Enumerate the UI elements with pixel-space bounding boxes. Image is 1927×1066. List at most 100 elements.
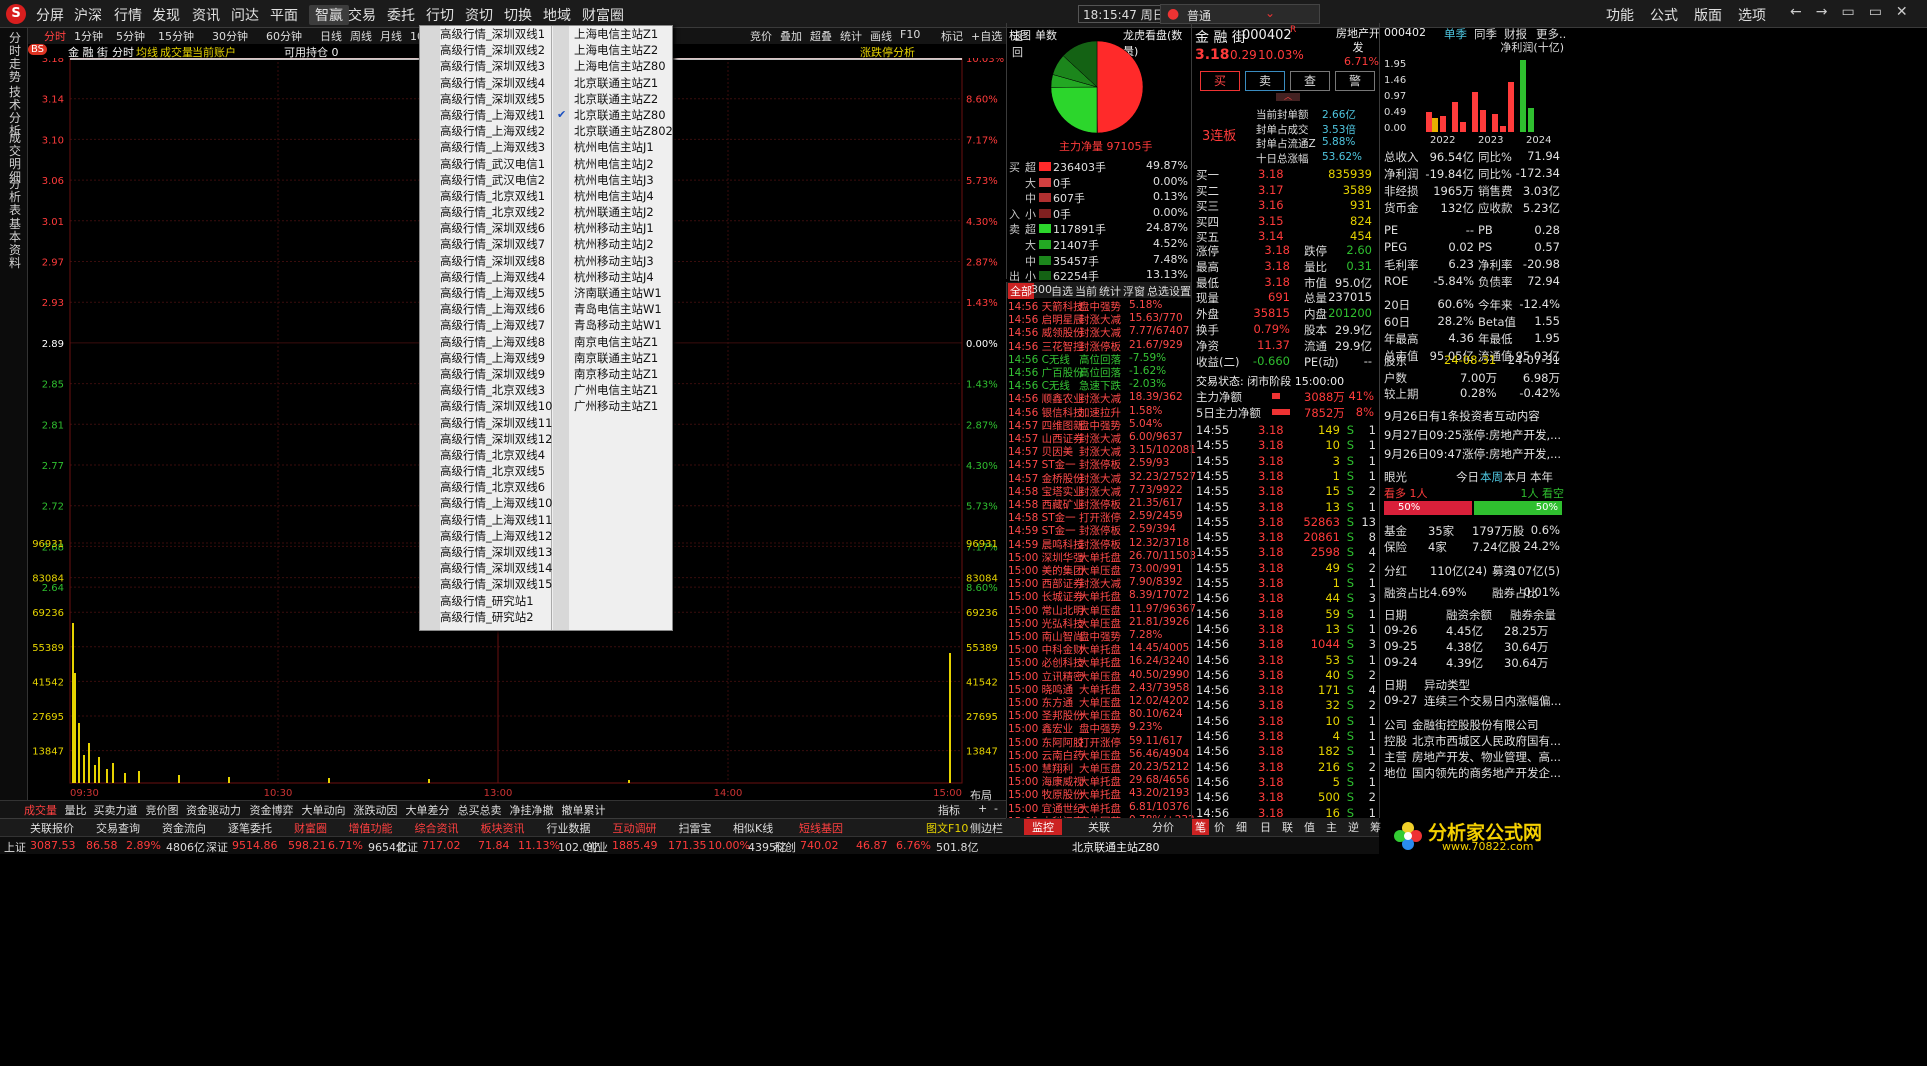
- function-button[interactable]: 扫雷宝: [679, 820, 712, 836]
- server-option[interactable]: 高级行情_武汉电信1: [420, 156, 552, 172]
- server-option[interactable]: 广州移动主站Z1: [554, 398, 674, 414]
- trade-action-button[interactable]: 警: [1335, 71, 1375, 91]
- vision-tab[interactable]: 本周: [1480, 469, 1503, 485]
- server-option[interactable]: 南京移动主站Z1: [554, 366, 674, 382]
- news-row[interactable]: 15:00 海康威视 大单托盘 29.68/4656: [1007, 774, 1192, 788]
- server-option[interactable]: 高级行情_深圳双线2: [420, 42, 552, 58]
- fin-news-item[interactable]: 9月26日09:47涨停:房地产开发,...: [1384, 446, 1561, 462]
- vtab[interactable]: 基本资料: [8, 218, 22, 270]
- panel-tab[interactable]: 逆: [1348, 819, 1359, 835]
- menu-item[interactable]: 平面: [270, 5, 298, 25]
- news-tab[interactable]: 总选: [1147, 283, 1169, 299]
- server-option[interactable]: 青岛电信主站W1: [554, 301, 674, 317]
- server-option[interactable]: 广州电信主站Z1: [554, 382, 674, 398]
- bs-badge[interactable]: BS: [28, 44, 48, 55]
- function-button[interactable]: 逐笔委托: [228, 820, 272, 836]
- server-option[interactable]: 高级行情_北京双线4: [420, 447, 552, 463]
- period-tab[interactable]: 60分钟: [266, 28, 302, 44]
- panel-tab[interactable]: 分价: [1152, 819, 1174, 835]
- server-option[interactable]: 杭州电信主站J2: [554, 156, 674, 172]
- server-option[interactable]: 上海电信主站Z1: [554, 26, 674, 42]
- trade-action-button[interactable]: 卖: [1245, 71, 1285, 91]
- news-row[interactable]: 15:00 牧原股份 大单托盘 43.20/2193: [1007, 787, 1192, 801]
- server-option[interactable]: 高级行情_深圳双线15: [420, 576, 552, 592]
- panel-tab[interactable]: 筹: [1370, 819, 1381, 835]
- function-button[interactable]: 关联报价: [30, 820, 74, 836]
- server-option[interactable]: 高级行情_上海双线1: [420, 107, 552, 123]
- news-row[interactable]: 15:00 光弘科技 大单压盘 21.81/3926: [1007, 616, 1192, 630]
- indicator-tab[interactable]: 净挂净撤: [510, 802, 554, 818]
- period-tab[interactable]: 月线: [380, 28, 402, 44]
- server-option[interactable]: 北京联通主站Z1: [554, 75, 674, 91]
- indicator-tab[interactable]: 资金驱动力: [186, 802, 241, 818]
- function-right-button[interactable]: 侧边栏: [970, 820, 1003, 836]
- panel-tab[interactable]: 联: [1282, 819, 1293, 835]
- chart-tool[interactable]: 竞价: [750, 28, 772, 44]
- indicator-tool[interactable]: -: [994, 802, 998, 815]
- panel-tab[interactable]: 关联: [1088, 819, 1110, 835]
- news-row[interactable]: 15:00 立讯精密 大单压盘 40.50/2990: [1007, 669, 1192, 683]
- news-row[interactable]: 15:00 东阿阿胶 打开涨停 59.11/617: [1007, 735, 1192, 749]
- news-row[interactable]: 14:56 C无线 高位回落 -7.59%: [1007, 352, 1192, 366]
- menu-item[interactable]: 切换: [504, 5, 532, 25]
- indicator-tab[interactable]: 买卖力道: [94, 802, 138, 818]
- news-row[interactable]: 15:00 云南白药 大单压盘 56.46/4904: [1007, 748, 1192, 762]
- menu-item[interactable]: 行切: [426, 5, 454, 25]
- server-option[interactable]: 高级行情_深圳双线12: [420, 431, 552, 447]
- menu-item[interactable]: 委托: [387, 5, 415, 25]
- news-row[interactable]: 15:00 中科金财 大单托盘 14.45/4005: [1007, 642, 1192, 656]
- server-option[interactable]: 高级行情_上海双线8: [420, 334, 552, 350]
- indicator-tab[interactable]: 总买总卖: [458, 802, 502, 818]
- menu-item[interactable]: 问达: [231, 5, 259, 25]
- function-button[interactable]: 行业数据: [547, 820, 591, 836]
- tab-bar-chart[interactable]: 柱图: [1009, 27, 1031, 43]
- trade-action-button[interactable]: 查: [1290, 71, 1330, 91]
- panel-tab[interactable]: 价: [1214, 819, 1225, 835]
- news-row[interactable]: 14:56 广百股份 高位回落 -1.62%: [1007, 365, 1192, 379]
- menu-item[interactable]: 分屏: [36, 5, 64, 25]
- server-option[interactable]: ✔ 北京联通主站Z80: [554, 107, 674, 123]
- period-tab[interactable]: 日线: [320, 28, 342, 44]
- indicator-tab[interactable]: 资金博弈: [250, 802, 294, 818]
- chart-tool[interactable]: 叠加: [780, 28, 802, 44]
- menu-right-item[interactable]: 功能: [1606, 5, 1634, 25]
- news-tab[interactable]: 统计: [1099, 283, 1121, 299]
- app-logo[interactable]: S: [6, 4, 26, 24]
- function-button[interactable]: 短线基因: [799, 820, 843, 836]
- panel-tab[interactable]: 笔: [1192, 819, 1209, 835]
- function-button[interactable]: 互动调研: [613, 820, 657, 836]
- server-option[interactable]: 高级行情_深圳双线8: [420, 253, 552, 269]
- period-tab[interactable]: 30分钟: [212, 28, 248, 44]
- function-button[interactable]: 财富圈: [294, 820, 327, 836]
- server-option[interactable]: 高级行情_上海双线7: [420, 317, 552, 333]
- vision-tab[interactable]: 今日: [1456, 469, 1479, 485]
- news-row[interactable]: 14:58 西藏矿业 封涨停板 21.35/617: [1007, 497, 1192, 511]
- server-option[interactable]: 高级行情_上海双线11: [420, 512, 552, 528]
- chart-tool[interactable]: +自选: [971, 28, 1002, 44]
- indicator-tool[interactable]: 指标: [938, 802, 960, 818]
- indicator-tab[interactable]: 成交量: [24, 802, 57, 818]
- server-option[interactable]: 高级行情_上海双线4: [420, 269, 552, 285]
- indicator-tab[interactable]: 涨跌动因: [354, 802, 398, 818]
- server-option[interactable]: 高级行情_深圳双线13: [420, 544, 552, 560]
- news-row[interactable]: 14:58 ST金一 打开涨停 2.59/2459: [1007, 510, 1192, 524]
- news-row[interactable]: 15:00 东方通 大单压盘 12.02/4202: [1007, 695, 1192, 709]
- server-option[interactable]: 高级行情_深圳双线1: [420, 26, 552, 42]
- server-option[interactable]: 杭州电信主站J4: [554, 188, 674, 204]
- server-option[interactable]: 高级行情_深圳双线5: [420, 91, 552, 107]
- indicator-tab[interactable]: 撤单累计: [562, 802, 606, 818]
- server-option[interactable]: 高级行情_北京双线1: [420, 188, 552, 204]
- server-option[interactable]: 高级行情_武汉电信2: [420, 172, 552, 188]
- menu-item[interactable]: 行情: [114, 5, 142, 25]
- index-name[interactable]: 创业: [586, 839, 608, 855]
- server-option[interactable]: 高级行情_上海双线6: [420, 301, 552, 317]
- panel-tab[interactable]: 日: [1260, 819, 1271, 835]
- panel-tab[interactable]: 监控: [1024, 819, 1062, 835]
- chart-tool[interactable]: 超叠: [810, 28, 832, 44]
- news-row[interactable]: 14:56 天箭科技 盘中强势 5.18%: [1007, 299, 1192, 313]
- server-option[interactable]: 青岛移动主站W1: [554, 317, 674, 333]
- account-select[interactable]: ● 普通 ⌄: [1160, 4, 1320, 24]
- news-row[interactable]: 15:00 深圳华强 大单托盘 26.70/11503: [1007, 550, 1196, 564]
- news-row[interactable]: 14:56 三花智控 封涨停板 21.67/929: [1007, 339, 1192, 353]
- server-option[interactable]: 高级行情_上海双线12: [420, 528, 552, 544]
